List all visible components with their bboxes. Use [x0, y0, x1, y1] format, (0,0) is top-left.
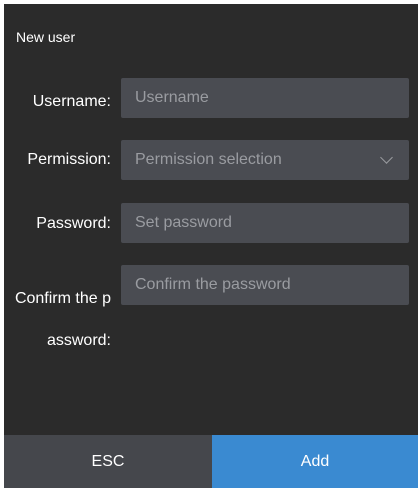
username-input[interactable] [121, 78, 409, 118]
new-user-dialog: New user Username: Permission: Permissio… [4, 4, 418, 488]
confirm-password-label: Confirm the password: [14, 290, 111, 349]
permission-label: Permission: [27, 151, 111, 168]
dialog-title: New user [16, 29, 76, 45]
chevron-down-icon [380, 150, 393, 164]
password-input[interactable] [121, 203, 409, 243]
add-button[interactable]: Add [212, 435, 418, 488]
username-label: Username: [32, 93, 111, 110]
dialog-footer: ESC Add [4, 435, 418, 488]
permission-select-value: Permission selection [135, 151, 282, 168]
confirm-password-input[interactable] [121, 265, 409, 305]
permission-select[interactable]: Permission selection [121, 140, 409, 180]
password-label: Password: [36, 215, 111, 232]
esc-button[interactable]: ESC [4, 435, 212, 488]
